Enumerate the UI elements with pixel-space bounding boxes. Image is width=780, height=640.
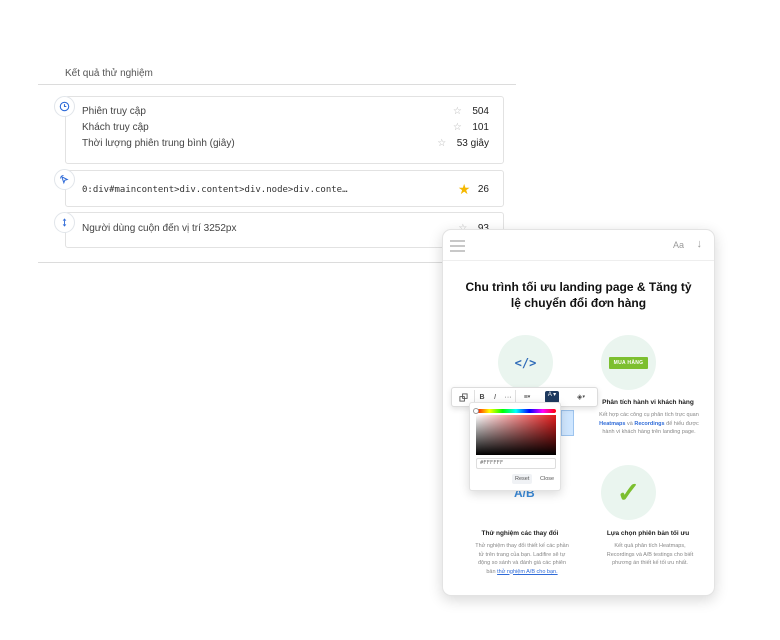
- scroll-row: Người dùng cuộn đến vị trí 3252px ☆ 93: [82, 223, 489, 234]
- arrow-down-icon[interactable]: ↓: [697, 238, 703, 250]
- feature-desc: Kết quả phân tích Heatmaps, Recordings v…: [606, 543, 694, 566]
- hex-input[interactable]: #FFFFFF: [476, 458, 556, 469]
- hue-slider[interactable]: [476, 409, 556, 413]
- buy-badge: MUA HÀNG: [608, 356, 649, 369]
- heatmaps-link[interactable]: Heatmaps: [599, 421, 625, 427]
- metric-value: 504: [472, 106, 489, 117]
- selection-highlight: [561, 410, 574, 436]
- metric-label: Khách truy cập: [82, 122, 149, 133]
- scroll-vertical-icon: [54, 212, 75, 233]
- reset-button[interactable]: Reset: [512, 474, 533, 484]
- metric-row: Thời lượng phiên trung bình (giây) ☆ 53 …: [82, 138, 489, 149]
- divider: [38, 84, 516, 85]
- hamburger-menu-icon[interactable]: [450, 240, 465, 255]
- click-selector-card: 0:div#maincontent>div.content>div.node>d…: [65, 170, 504, 207]
- check-feature-circle: ✓: [601, 465, 656, 520]
- click-count: 26: [477, 184, 489, 195]
- feature-title: Thử nghiệm các thay đổi: [481, 530, 559, 537]
- star-icon[interactable]: ☆: [437, 138, 447, 149]
- code-icon: </>: [514, 355, 537, 370]
- hue-slider-handle[interactable]: [473, 408, 479, 414]
- clock-icon: [54, 96, 75, 117]
- check-icon: ✓: [616, 477, 641, 508]
- scroll-card: Người dùng cuộn đến vị trí 3252px ☆ 93: [65, 212, 504, 248]
- metric-value: 53 giây: [456, 138, 489, 149]
- metric-label: Phiên truy cập: [82, 106, 146, 117]
- recordings-link[interactable]: Recordings: [634, 421, 664, 427]
- star-icon[interactable]: ☆: [452, 106, 462, 117]
- feature-title: Lựa chọn phiên bản tối ưu: [606, 530, 690, 537]
- star-icon[interactable]: ☆: [452, 122, 462, 133]
- feature-desc: Kết hợp các công cụ phân tích trực quan …: [599, 412, 699, 435]
- color-picker: #FFFFFF Reset Close: [469, 402, 561, 491]
- metric-label: Thời lượng phiên trung bình (giây): [82, 138, 235, 149]
- mobile-topbar: Aa ↓: [443, 230, 714, 261]
- saturation-area[interactable]: [476, 415, 556, 455]
- feature-title: Phân tích hành vi khách hàng: [602, 399, 694, 406]
- code-feature-circle: </>: [498, 335, 553, 390]
- metrics-card: Phiên truy cập ☆ 504 Khách truy cập ☆ 10…: [65, 96, 504, 164]
- cursor-click-icon: [54, 169, 75, 190]
- ab-test-link[interactable]: thử nghiệm A/B cho bạn.: [497, 569, 558, 575]
- fill-color-dropdown[interactable]: ◈ ▾: [566, 387, 596, 407]
- selector-row: 0:div#maincontent>div.content>div.node>d…: [82, 181, 489, 198]
- metric-value: 101: [472, 122, 489, 133]
- results-title: Kết quả thử nghiệm: [65, 68, 153, 79]
- scroll-label: Người dùng cuộn đến vị trí 3252px: [82, 223, 237, 234]
- hero-title: Chu trình tối ưu landing page & Tăng tỷ …: [465, 280, 692, 310]
- buy-feature-circle: MUA HÀNG: [601, 335, 656, 390]
- font-size-button[interactable]: Aa: [673, 240, 684, 250]
- css-selector: 0:div#maincontent>div.content>div.node>d…: [82, 184, 348, 195]
- star-filled-icon[interactable]: ★: [458, 181, 471, 198]
- feature-desc: Thử nghiệm thay đổi thiết kế các phần tử…: [475, 543, 569, 575]
- metric-row: Phiên truy cập ☆ 504: [82, 106, 489, 117]
- app-root: Kết quả thử nghiệm Phiên truy cập ☆ 504 …: [0, 0, 780, 640]
- close-button[interactable]: Close: [537, 474, 557, 484]
- metric-row: Khách truy cập ☆ 101: [82, 122, 489, 133]
